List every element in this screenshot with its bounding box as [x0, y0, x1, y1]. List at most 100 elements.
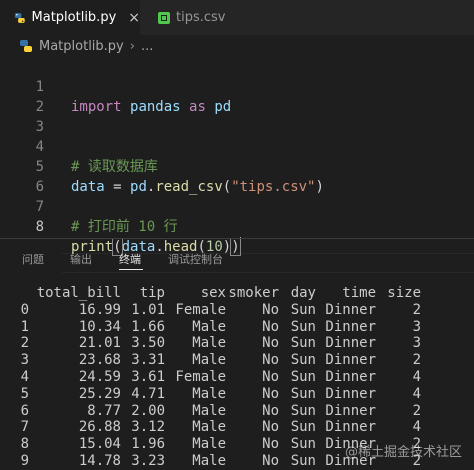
tab-output[interactable]: 输出 — [70, 251, 92, 267]
table-row: 2 21.01 3.50 Male No Sun Dinner 3 — [0, 335, 474, 352]
table-cell: 2 — [20, 335, 29, 352]
table-cell: No — [262, 318, 279, 335]
tab-problems[interactable]: 问题 — [22, 251, 44, 267]
table-cell: 3 — [412, 318, 421, 335]
table-cell: Male — [192, 318, 226, 335]
tab-terminal[interactable]: 终端 — [119, 251, 141, 267]
tab-label: Matplotlib.py — [31, 10, 117, 25]
table-cell: smoker — [228, 285, 279, 301]
table-cell: 9 — [20, 453, 29, 469]
table-cell: 7 — [20, 419, 29, 436]
table-cell: Male — [192, 335, 226, 352]
line-number: 8 — [35, 219, 44, 235]
table-cell: Sun — [290, 453, 316, 469]
table-cell: 5 — [20, 385, 29, 402]
table-cell: Male — [192, 419, 226, 436]
table-cell: Dinner — [325, 352, 376, 369]
table-row: 0 16.99 1.01 Female No Sun Dinner 2 — [0, 302, 474, 319]
table-row: 5 25.29 4.71 Male No Sun Dinner 4 — [0, 386, 474, 403]
table-row: 4 24.59 3.61 Female No Sun Dinner 4 — [0, 369, 474, 386]
table-cell: 6 — [20, 402, 29, 419]
table-cell: sex — [200, 285, 226, 301]
table-cell: 8 — [20, 436, 29, 453]
table-cell: 23.68 — [78, 352, 121, 369]
table-cell: 4 — [412, 419, 421, 436]
table-cell: No — [262, 436, 279, 453]
table-cell: 16.99 — [78, 301, 121, 318]
table-cell: Dinner — [325, 335, 376, 352]
table-cell: Male — [192, 436, 226, 453]
table-cell: Sun — [290, 335, 316, 352]
table-cell: No — [262, 453, 279, 469]
code-line: 2 — [0, 77, 474, 115]
table-cell: No — [262, 335, 279, 352]
table-cell: Female — [175, 301, 226, 318]
table-cell: Sun — [290, 419, 316, 436]
table-cell: total_bill — [36, 285, 121, 301]
table-cell: 3.23 — [131, 453, 165, 469]
table-cell: 4.71 — [131, 385, 165, 402]
table-cell: 25.29 — [78, 385, 121, 402]
code-comment: # 打印前 10 行 — [71, 219, 178, 235]
table-cell: 1.66 — [131, 318, 165, 335]
table-cell: Male — [192, 402, 226, 419]
table-cell: 1.96 — [131, 436, 165, 453]
table-cell: Dinner — [325, 385, 376, 402]
breadcrumb: Matplotlib.py › ... — [0, 35, 474, 57]
close-tab-icon[interactable]: × — [128, 10, 140, 26]
table-cell: Dinner — [325, 318, 376, 335]
table-cell: 15.04 — [78, 436, 121, 453]
python-file-icon — [20, 40, 32, 52]
table-cell: No — [262, 369, 279, 385]
table-header: total_bill tip sex smoker day time size — [0, 285, 474, 302]
table-row: 1 10.34 1.66 Male No Sun Dinner 3 — [0, 319, 474, 336]
table-cell: No — [262, 402, 279, 419]
table-cell: day — [290, 285, 316, 301]
table-cell: Male — [192, 352, 226, 369]
table-cell: 4 — [20, 369, 29, 385]
table-cell: tip — [139, 285, 165, 301]
table-cell: 10.34 — [78, 318, 121, 335]
table-cell: Dinner — [325, 402, 376, 419]
table-cell: No — [262, 385, 279, 402]
table-cell: Female — [175, 369, 226, 385]
table-cell: No — [262, 352, 279, 369]
table-cell: 2 — [412, 301, 421, 318]
table-cell: time — [342, 285, 376, 301]
tab-debug-console[interactable]: 调试控制台 — [168, 251, 223, 267]
table-cell: Sun — [290, 402, 316, 419]
table-cell: 24.59 — [78, 369, 121, 385]
python-file-icon — [14, 12, 25, 23]
table-cell: Sun — [290, 385, 316, 402]
code-line: 5 data = pd.read_csv("tips.csv") — [0, 137, 474, 195]
panel-tab-bar: 问题 输出 终端 调试控制台 — [0, 239, 474, 275]
table-cell: 3.50 — [131, 335, 165, 352]
code-line: 1 import pandas as pd — [0, 57, 474, 115]
code-line: 3 — [0, 97, 474, 135]
table-cell: 2.00 — [131, 402, 165, 419]
table-cell: Sun — [290, 436, 316, 453]
table-cell: 26.88 — [78, 419, 121, 436]
table-cell: 4 — [412, 369, 421, 385]
code-line: 8 print(data.head(10)) — [0, 197, 474, 256]
table-cell: Male — [192, 453, 226, 469]
tab-matplotlib-py[interactable]: Matplotlib.py × — [0, 0, 140, 35]
code-line: 4 # 读取数据库 — [0, 117, 474, 175]
table-cell: Dinner — [325, 369, 376, 385]
table-cell: 1.01 — [131, 301, 165, 318]
table-cell: Sun — [290, 301, 316, 318]
csv-file-icon — [158, 11, 170, 24]
breadcrumb-more[interactable]: ... — [141, 39, 153, 54]
tab-label: tips.csv — [176, 10, 226, 25]
table-cell: Dinner — [325, 419, 376, 436]
table-row: 6 8.77 2.00 Male No Sun Dinner 2 — [0, 403, 474, 420]
table-cell: 1 — [20, 318, 29, 335]
editor-tab-bar: Matplotlib.py × tips.csv — [0, 0, 474, 35]
table-cell: Sun — [290, 352, 316, 369]
tab-tips-csv[interactable]: tips.csv — [144, 0, 244, 35]
table-cell: Sun — [290, 369, 316, 385]
code-editor[interactable]: 1 import pandas as pd 2 3 4 # 读取数据库 5 da… — [0, 57, 474, 273]
table-cell: 4 — [412, 385, 421, 402]
table-cell: 21.01 — [78, 335, 121, 352]
breadcrumb-file[interactable]: Matplotlib.py — [39, 39, 124, 54]
